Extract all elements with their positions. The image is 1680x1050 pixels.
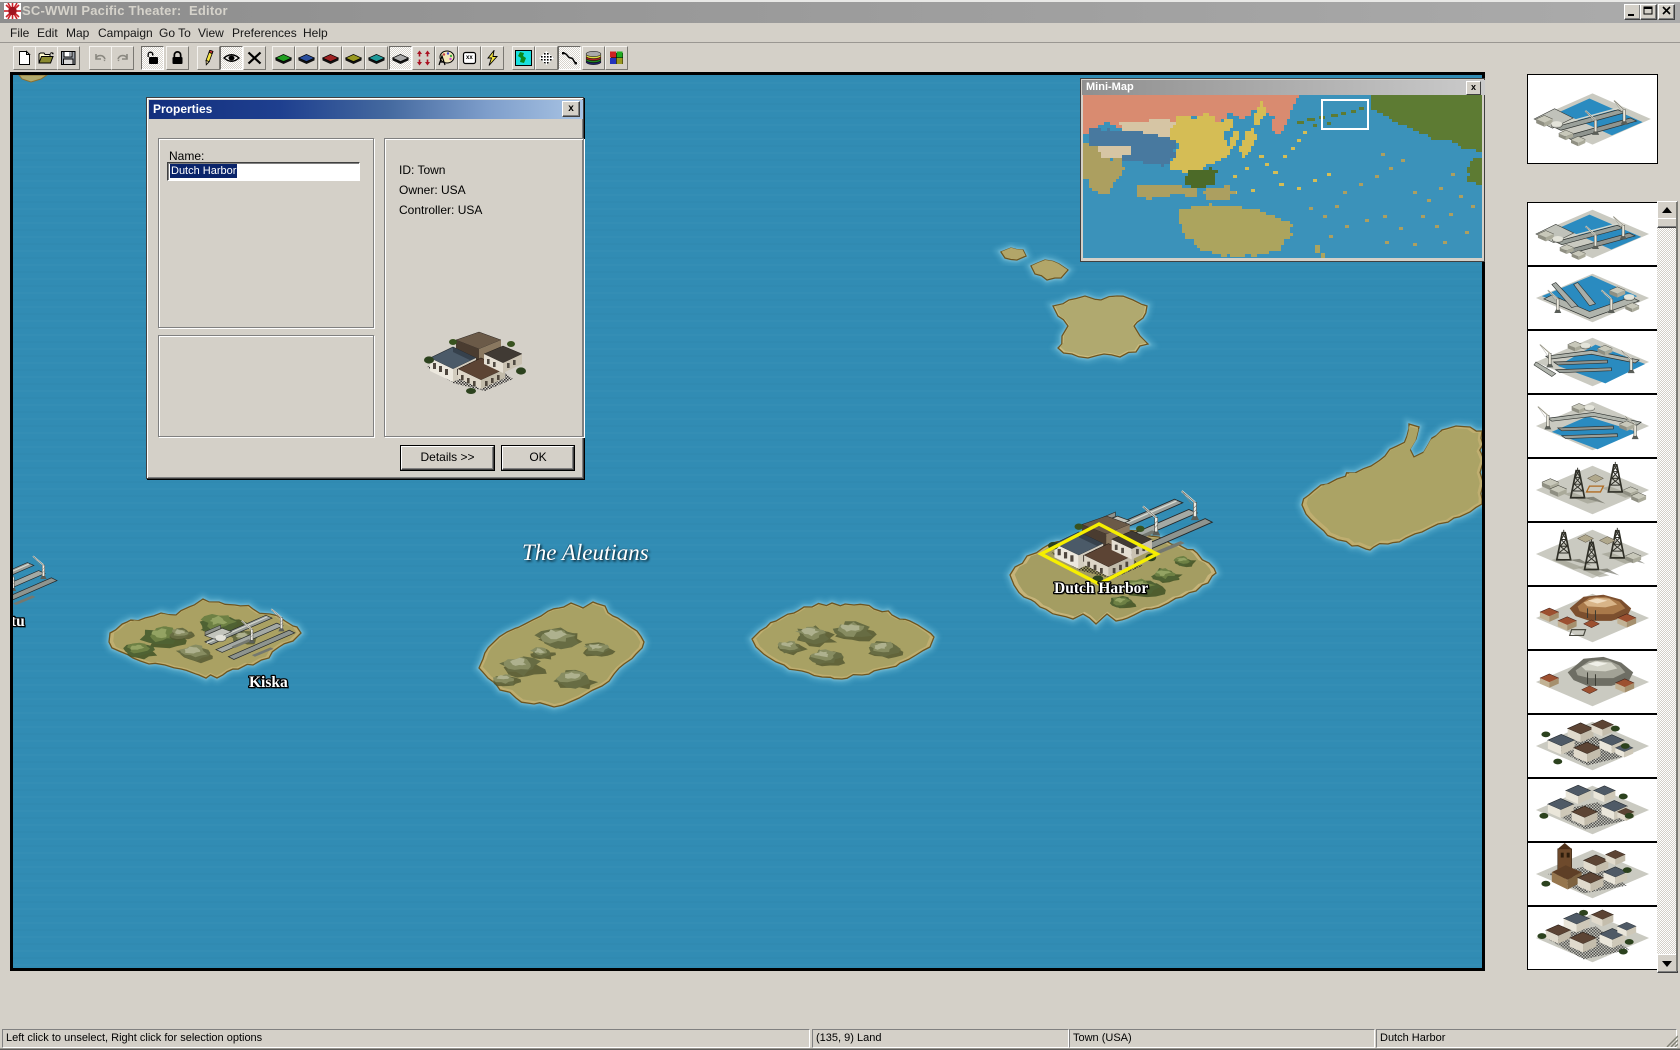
svg-text:xx: xx — [466, 55, 473, 61]
svg-text:tu: tu — [13, 613, 25, 630]
svg-text:Dutch Harbor: Dutch Harbor — [1054, 580, 1148, 597]
svg-text:Kiska: Kiska — [249, 674, 288, 691]
